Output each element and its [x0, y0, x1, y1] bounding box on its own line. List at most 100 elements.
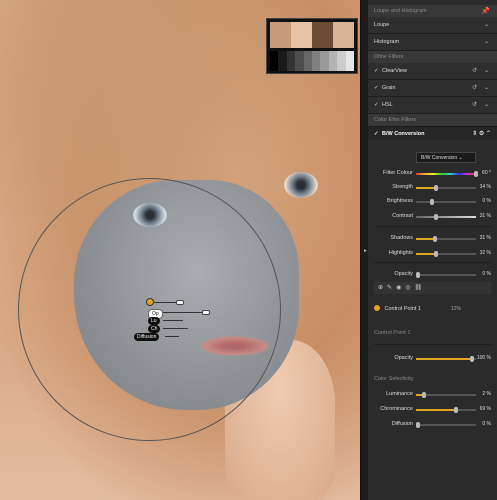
- slider-track[interactable]: [416, 185, 476, 191]
- image-canvas[interactable]: Op Lu Ch Diffusion: [0, 0, 360, 500]
- cp-knob-size[interactable]: [176, 300, 184, 305]
- slider-label: Opacity: [394, 355, 413, 361]
- cp-label-diffusion[interactable]: Diffusion: [134, 333, 160, 341]
- slider-knob[interactable]: [454, 407, 458, 413]
- slider-label: Luminance: [386, 391, 413, 397]
- pin-icon[interactable]: 📌: [481, 7, 490, 15]
- dfine-header[interactable]: Dfine Filters: [368, 51, 497, 63]
- histogram-label: Histogram: [374, 39, 400, 45]
- slider-value: 0 %: [482, 198, 491, 204]
- slider-knob[interactable]: [434, 185, 438, 191]
- slider-label: Chrominance: [380, 406, 413, 412]
- slider-diffusion[interactable]: Diffusion 0 %: [368, 418, 497, 430]
- slider-cp-opacity[interactable]: Opacity 100 %: [368, 352, 497, 364]
- thumbnail-bar: [337, 51, 346, 71]
- thumbnail-bar: [328, 51, 338, 71]
- thumbnail-face: [270, 22, 291, 48]
- slider-knob[interactable]: [422, 392, 426, 398]
- bw-title: B/W Conversion: [382, 131, 425, 137]
- slider-knob[interactable]: [430, 199, 434, 205]
- histogram-row[interactable]: Histogram ⌄: [368, 34, 497, 51]
- slider-value: 0 %: [482, 421, 491, 427]
- slider-track[interactable]: [416, 422, 476, 428]
- slider-luminance[interactable]: Luminance 2 %: [368, 388, 497, 400]
- clearview-label: ClearView: [382, 68, 407, 74]
- cp-label-luminance[interactable]: Lu: [148, 317, 160, 325]
- loupe-row[interactable]: Loupe ⌄: [368, 17, 497, 34]
- control-point-toolbar: ⊕ ✎ ◉ ◎ ⛓: [374, 282, 491, 294]
- checkbox-grain[interactable]: ✓: [374, 85, 379, 91]
- slider-contrast[interactable]: Contrast 31 %: [368, 210, 497, 222]
- slider-value: 31 %: [479, 213, 491, 219]
- slider-track[interactable]: [416, 171, 478, 177]
- slider-track[interactable]: [416, 272, 476, 278]
- slider-track[interactable]: [416, 199, 476, 205]
- color-selectivity-title: Color Selectivity: [374, 376, 414, 382]
- slider-label: Contrast: [392, 213, 413, 219]
- chevron-down-icon[interactable]: ⌄: [484, 67, 489, 74]
- slider-shadows[interactable]: Shadows 31 %: [368, 232, 497, 244]
- color-filters-header[interactable]: Color Efex Filters: [368, 114, 497, 126]
- cp-line: [165, 336, 179, 337]
- slider-track[interactable]: [416, 214, 476, 220]
- control-point-handle[interactable]: [146, 298, 154, 306]
- section-title: Color Efex Filters: [374, 117, 417, 123]
- slider-strength[interactable]: Strength 34 %: [368, 181, 497, 193]
- navigator-thumbnail[interactable]: [266, 18, 358, 74]
- slider-track[interactable]: [416, 236, 476, 242]
- thumbnail-bar: [345, 51, 355, 71]
- thumbnail-bar: [320, 51, 329, 71]
- cp-label-chrominance[interactable]: Ch: [148, 325, 161, 333]
- control-point-pct: 12%: [450, 306, 461, 312]
- slider-filter-colour[interactable]: Filter Colour 60 °: [368, 167, 497, 179]
- add-control-point-icon[interactable]: ⊕: [378, 284, 383, 292]
- slider-track[interactable]: [416, 392, 476, 398]
- slider-knob[interactable]: [433, 236, 437, 242]
- checkbox-hsl[interactable]: ✓: [374, 102, 379, 108]
- chevron-down-icon[interactable]: ⌄: [484, 84, 489, 91]
- checkbox-clearview[interactable]: ✓: [374, 68, 379, 74]
- eye-icon[interactable]: ◉: [396, 284, 401, 292]
- link-icon[interactable]: ⛓: [415, 284, 423, 292]
- target-icon[interactable]: ◎: [405, 284, 410, 292]
- chevron-down-icon[interactable]: ⌄: [484, 38, 489, 45]
- bw-conversion-header[interactable]: ✓ B/W Conversion ⇕ ⚙ ⌃: [368, 126, 497, 140]
- bw-mode-select[interactable]: B/W Conversion ⌄: [416, 152, 476, 163]
- cp-knob-opacity[interactable]: [202, 310, 210, 315]
- checkbox-bw[interactable]: ✓: [374, 131, 379, 137]
- reset-icon[interactable]: ↺: [472, 67, 477, 74]
- panel-splitter[interactable]: ►: [360, 0, 368, 500]
- grain-row[interactable]: ✓ Grain ↺ ⌄: [368, 80, 497, 97]
- clearview-row[interactable]: ✓ ClearView ↺ ⌄: [368, 63, 497, 80]
- slider-highlights[interactable]: Highlights 32 %: [368, 247, 497, 259]
- thumbnail-bar: [286, 51, 296, 71]
- slider-label: Shadows: [390, 235, 413, 241]
- slider-opacity[interactable]: Opacity 0 %: [368, 268, 497, 280]
- hsl-row[interactable]: ✓ HSL ↺ ⌄: [368, 97, 497, 114]
- slider-track[interactable]: [416, 407, 476, 413]
- filter-actions-icons[interactable]: ⇕ ⚙ ⌃: [472, 130, 491, 137]
- reset-icon[interactable]: ↺: [472, 101, 477, 108]
- slider-value: 0 %: [482, 271, 491, 277]
- filters-panel: Loupe and Histogram 📌 Loupe ⌄ Histogram …: [368, 0, 497, 500]
- thumbnail-face: [291, 22, 312, 48]
- slider-knob[interactable]: [416, 272, 420, 278]
- slider-knob[interactable]: [470, 356, 474, 362]
- control-point-row[interactable]: Control Point 1 12%: [374, 305, 491, 315]
- slider-knob[interactable]: [434, 251, 438, 257]
- control-point-label: Control Point 1: [384, 306, 421, 312]
- slider-track[interactable]: [416, 356, 476, 362]
- slider-track[interactable]: [416, 251, 476, 257]
- section-title: Dfine Filters: [374, 54, 404, 60]
- cp-line: [163, 320, 183, 321]
- slider-knob[interactable]: [474, 171, 478, 177]
- slider-knob[interactable]: [416, 422, 420, 428]
- reset-icon[interactable]: ↺: [472, 84, 477, 91]
- brush-icon[interactable]: ✎: [387, 284, 392, 292]
- slider-knob[interactable]: [434, 214, 438, 220]
- chevron-down-icon[interactable]: ⌄: [484, 21, 489, 28]
- loupe-histogram-header[interactable]: Loupe and Histogram 📌: [368, 5, 497, 17]
- slider-chrominance[interactable]: Chrominance 69 %: [368, 403, 497, 415]
- chevron-down-icon[interactable]: ⌄: [484, 101, 489, 108]
- slider-brightness[interactable]: Brightness 0 %: [368, 195, 497, 207]
